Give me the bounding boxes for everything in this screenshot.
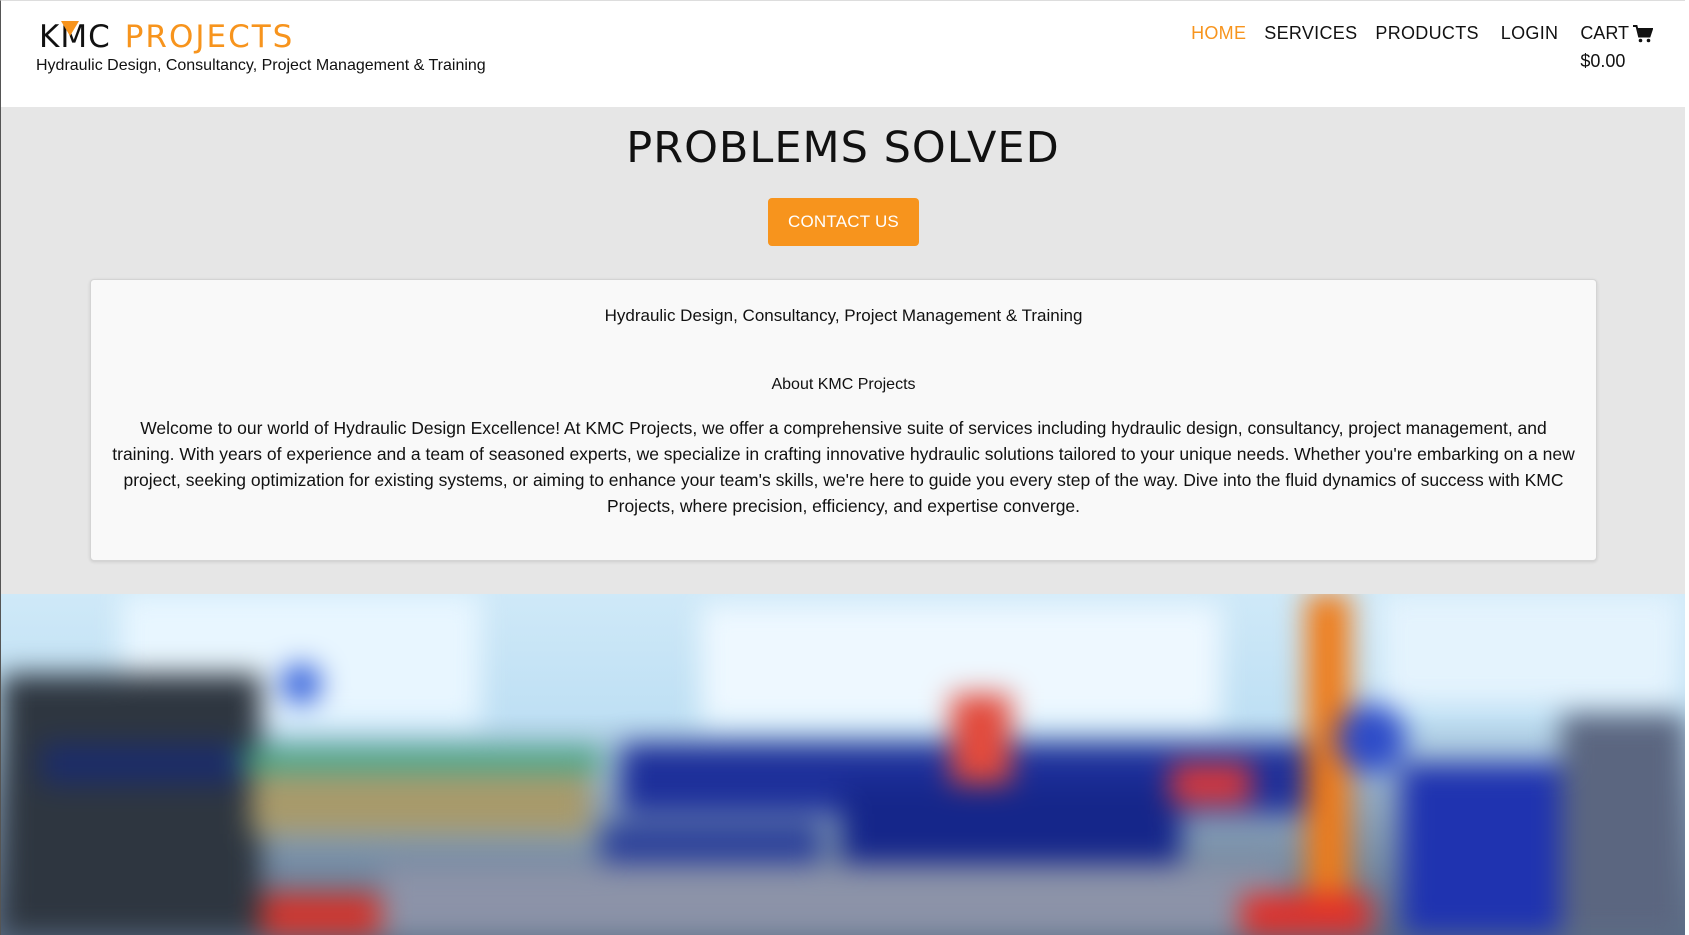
about-body: Welcome to our world of Hydraulic Design…	[112, 418, 1575, 516]
logo-projects: PROJECTS	[124, 18, 295, 55]
contact-us-button[interactable]: CONTACT US	[768, 198, 919, 246]
header-tagline: Hydraulic Design, Consultancy, Project M…	[36, 57, 486, 74]
about-subtitle: Hydraulic Design, Consultancy, Project M…	[604, 306, 1083, 325]
cart-label: CART	[1580, 23, 1629, 43]
cart-link[interactable]: CART $0.00	[1580, 23, 1654, 72]
logo-triangle-icon	[61, 21, 79, 36]
cart-total: $0.00	[1580, 51, 1626, 71]
nav-products-link[interactable]: PRODUCTS	[1375, 23, 1478, 44]
hero-title: PROBLEMS SOLVED	[626, 123, 1060, 173]
about-heading: About KMC Projects	[771, 376, 916, 393]
nav-home-link[interactable]: HOME	[1191, 23, 1246, 44]
workshop-background-image	[1, 594, 1685, 935]
page: KMC PROJECTS Hydraulic Design, Consultan…	[0, 0, 1685, 935]
nav-services-link[interactable]: SERVICES	[1264, 23, 1357, 44]
about-card: Hydraulic Design, Consultancy, Project M…	[90, 279, 1597, 561]
site-header: KMC PROJECTS Hydraulic Design, Consultan…	[1, 1, 1685, 107]
nav-login-link[interactable]: LOGIN	[1501, 23, 1559, 44]
shopping-cart-icon	[1633, 24, 1654, 43]
main-nav: HOME SERVICES PRODUCTS LOGIN CART $0.00	[1173, 23, 1654, 72]
